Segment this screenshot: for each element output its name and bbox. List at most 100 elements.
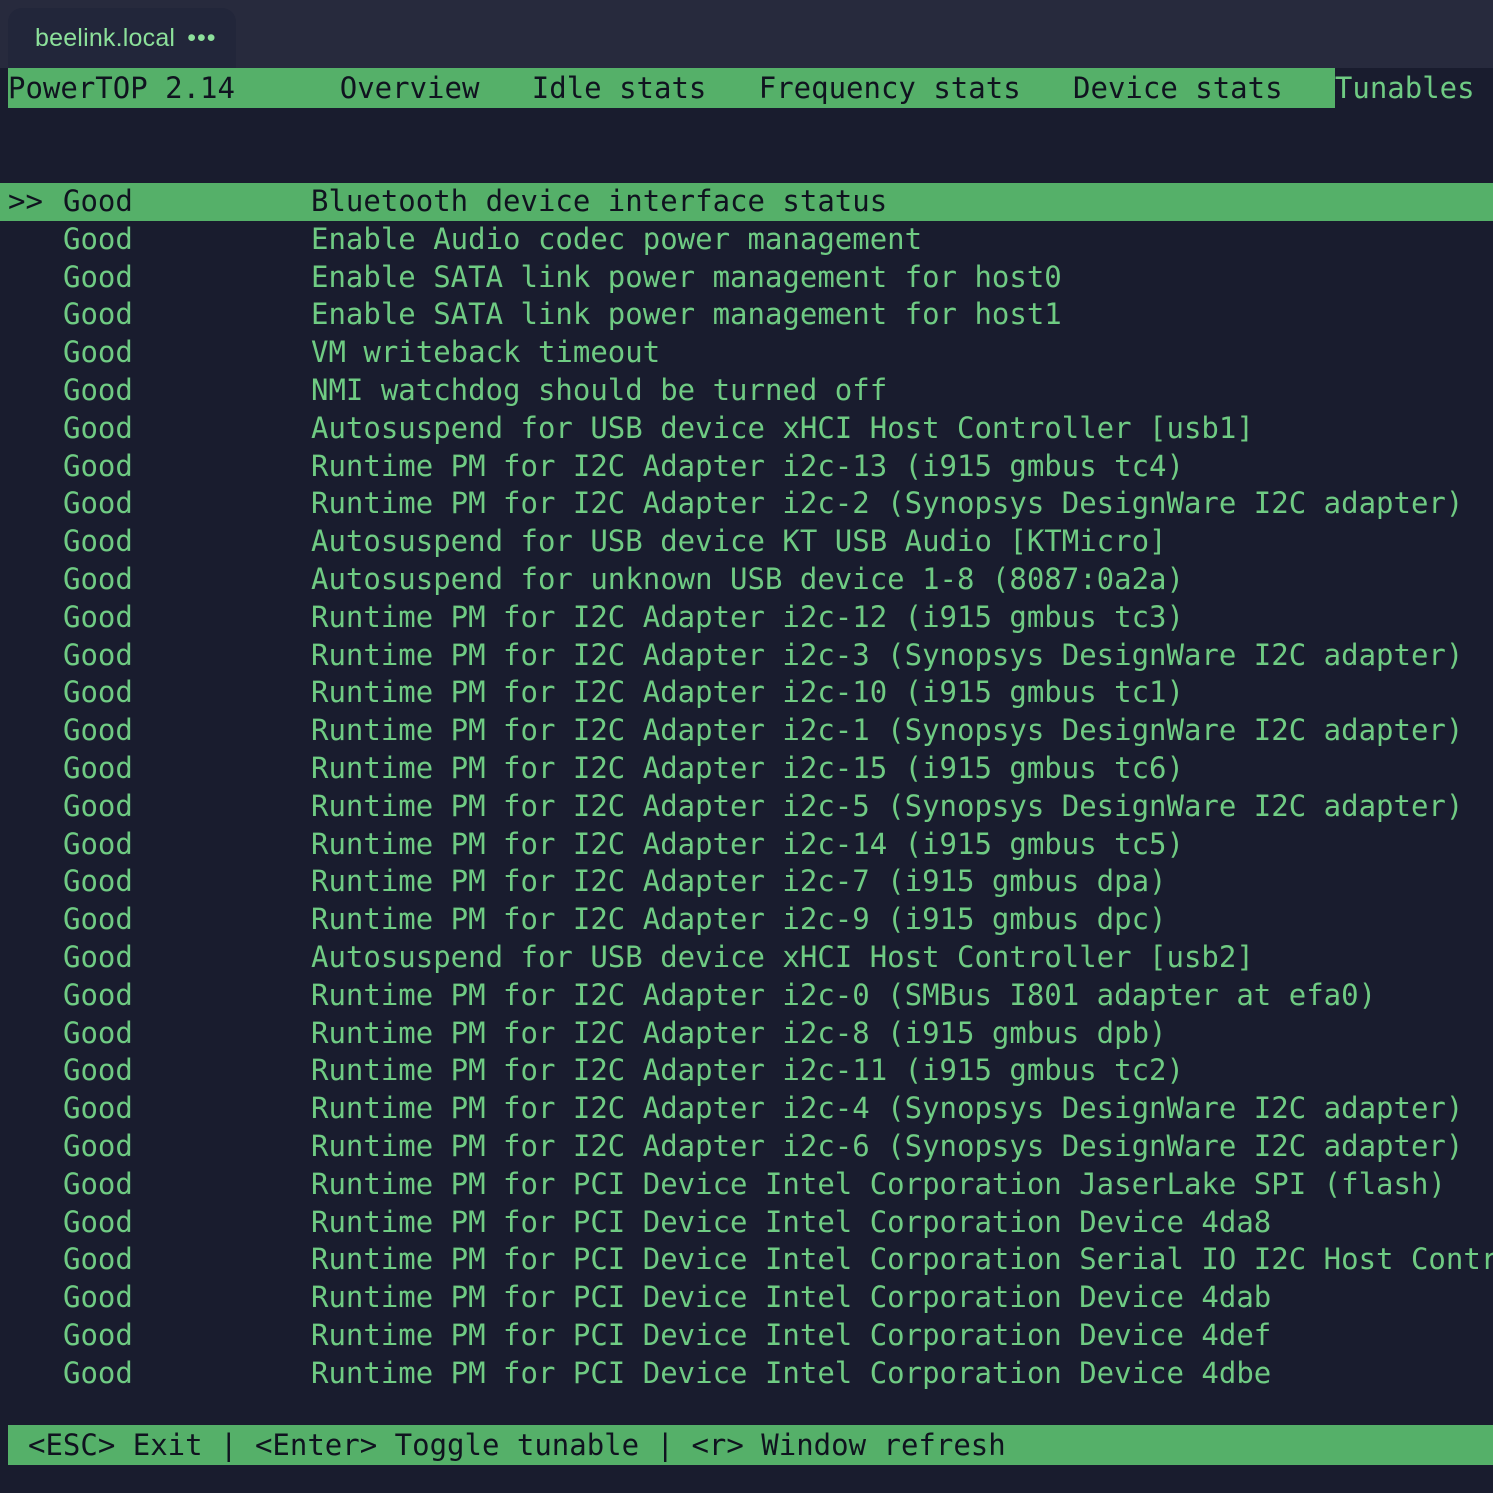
- selection-marker: >>: [8, 184, 43, 218]
- row-description: Runtime PM for I2C Adapter i2c-12 (i915 …: [311, 599, 1184, 634]
- table-row[interactable]: Good Autosuspend for unknown USB device 1…: [0, 561, 1493, 599]
- row-status: Good: [63, 1280, 133, 1315]
- table-row[interactable]: Good Runtime PM for I2C Adapter i2c-1 (Sy…: [0, 712, 1493, 750]
- row-description: Enable SATA link power management for ho…: [311, 297, 1062, 332]
- table-row[interactable]: Good Autosuspend for USB device xHCI Host…: [0, 410, 1493, 448]
- row-status: Good: [63, 335, 133, 370]
- row-status: Good: [63, 902, 133, 937]
- row-status: Good: [63, 1053, 133, 1088]
- row-description: Autosuspend for USB device xHCI Host Con…: [311, 939, 1254, 974]
- row-status: Good: [63, 939, 133, 974]
- row-status: Good: [63, 561, 133, 596]
- row-description: Runtime PM for I2C Adapter i2c-3 (Synops…: [311, 637, 1464, 672]
- row-status: Good: [63, 750, 133, 785]
- row-description: Autosuspend for USB device KT USB Audio …: [311, 524, 1167, 559]
- row-status: Good: [63, 1355, 133, 1390]
- row-status: Good: [63, 1128, 133, 1163]
- row-status: Good: [63, 864, 133, 899]
- tab-tunables[interactable]: Tunables: [1317, 71, 1492, 105]
- row-description: Runtime PM for I2C Adapter i2c-5 (Synops…: [311, 788, 1464, 823]
- row-status: Good: [63, 788, 133, 823]
- status-bar: <ESC> Exit | <Enter> Toggle tunable | <r…: [8, 1425, 1493, 1465]
- row-description: Runtime PM for I2C Adapter i2c-14 (i915 …: [311, 826, 1184, 861]
- table-row[interactable]: Good Runtime PM for I2C Adapter i2c-9 (i9…: [0, 901, 1493, 939]
- host-tab-label: beelink.local: [35, 23, 176, 52]
- row-description: Enable Audio codec power management: [311, 221, 923, 256]
- row-status: Good: [63, 637, 133, 672]
- table-row[interactable]: Good Enable Audio codec power management: [0, 221, 1493, 259]
- row-description: Runtime PM for I2C Adapter i2c-11 (i915 …: [311, 1053, 1184, 1088]
- table-row[interactable]: Good Runtime PM for I2C Adapter i2c-4 (Sy…: [0, 1090, 1493, 1128]
- table-row[interactable]: Good Runtime PM for I2C Adapter i2c-3 (Sy…: [0, 637, 1493, 675]
- table-row[interactable]: Good Runtime PM for PCI Device Intel Corp…: [0, 1355, 1493, 1393]
- row-description: Runtime PM for I2C Adapter i2c-15 (i915 …: [311, 750, 1184, 785]
- row-status: Good: [63, 1204, 133, 1239]
- row-description: Runtime PM for PCI Device Intel Corporat…: [311, 1355, 1272, 1390]
- row-description: Runtime PM for I2C Adapter i2c-4 (Synops…: [311, 1091, 1464, 1126]
- row-description: VM writeback timeout: [311, 335, 661, 370]
- table-row[interactable]: Good Runtime PM for I2C Adapter i2c-10 (i…: [0, 674, 1493, 712]
- row-status: Good: [63, 448, 133, 483]
- row-status: Good: [63, 486, 133, 521]
- row-description: Autosuspend for unknown USB device 1-8 (…: [311, 561, 1184, 596]
- row-description: Runtime PM for PCI Device Intel Corporat…: [311, 1166, 1446, 1201]
- tabbar-text: PowerTOP 2.14 Overview Idle stats Freque…: [8, 68, 1492, 108]
- table-row[interactable]: Good Runtime PM for I2C Adapter i2c-5 (Sy…: [0, 788, 1493, 826]
- row-description: Runtime PM for I2C Adapter i2c-6 (Synops…: [311, 1128, 1464, 1163]
- row-description: Runtime PM for I2C Adapter i2c-10 (i915 …: [311, 675, 1184, 710]
- table-row[interactable]: Good Runtime PM for PCI Device Intel Corp…: [0, 1204, 1493, 1242]
- table-row[interactable]: Good Runtime PM for I2C Adapter i2c-8 (i9…: [0, 1015, 1493, 1053]
- table-row[interactable]: Good Enable SATA link power management fo…: [0, 296, 1493, 334]
- row-status: Good: [63, 675, 133, 710]
- table-row[interactable]: >> Good Bluetooth device interface status: [0, 183, 1493, 221]
- row-status: Good: [63, 1015, 133, 1050]
- row-status: Good: [63, 599, 133, 634]
- powertop-tabbar: PowerTOP 2.14 Overview Idle stats Freque…: [0, 68, 1493, 108]
- row-description: Runtime PM for I2C Adapter i2c-1 (Synops…: [311, 713, 1464, 748]
- row-description: Runtime PM for I2C Adapter i2c-0 (SMBus …: [311, 977, 1377, 1012]
- row-status: Good: [63, 184, 133, 218]
- row-status: Good: [63, 524, 133, 559]
- row-description: Runtime PM for I2C Adapter i2c-8 (i915 g…: [311, 1015, 1167, 1050]
- row-status: Good: [63, 713, 133, 748]
- row-description: Autosuspend for USB device xHCI Host Con…: [311, 410, 1254, 445]
- table-row[interactable]: Good Runtime PM for I2C Adapter i2c-11 (i…: [0, 1052, 1493, 1090]
- row-status: Good: [63, 221, 133, 256]
- table-row[interactable]: Good Runtime PM for I2C Adapter i2c-0 (SM…: [0, 977, 1493, 1015]
- row-description: Runtime PM for PCI Device Intel Corporat…: [311, 1204, 1272, 1239]
- table-row[interactable]: Good Runtime PM for I2C Adapter i2c-12 (i…: [0, 599, 1493, 637]
- ellipsis-icon[interactable]: •••: [187, 26, 216, 51]
- row-description: NMI watchdog should be turned off: [311, 372, 888, 407]
- row-status: Good: [63, 410, 133, 445]
- row-description: Runtime PM for I2C Adapter i2c-13 (i915 …: [311, 448, 1184, 483]
- table-row[interactable]: Good Runtime PM for I2C Adapter i2c-2 (Sy…: [0, 485, 1493, 523]
- table-row[interactable]: Good Runtime PM for PCI Device Intel Corp…: [0, 1317, 1493, 1355]
- table-row[interactable]: Good Runtime PM for I2C Adapter i2c-15 (i…: [0, 750, 1493, 788]
- table-row[interactable]: Good Runtime PM for I2C Adapter i2c-7 (i9…: [0, 863, 1493, 901]
- row-status: Good: [63, 259, 133, 294]
- row-description: Runtime PM for I2C Adapter i2c-9 (i915 g…: [311, 902, 1167, 937]
- row-description: Bluetooth device interface status: [311, 184, 888, 218]
- table-row[interactable]: Good Runtime PM for I2C Adapter i2c-13 (i…: [0, 448, 1493, 486]
- row-description: Runtime PM for PCI Device Intel Corporat…: [311, 1280, 1272, 1315]
- table-row[interactable]: Good Enable SATA link power management fo…: [0, 259, 1493, 297]
- tunables-list[interactable]: >> Good Bluetooth device interface status G…: [0, 183, 1493, 1408]
- table-row[interactable]: Good Runtime PM for PCI Device Intel Corp…: [0, 1166, 1493, 1204]
- table-row[interactable]: Good Runtime PM for PCI Device Intel Corp…: [0, 1241, 1493, 1279]
- row-description: Enable SATA link power management for ho…: [311, 259, 1062, 294]
- host-tab[interactable]: beelink.local •••: [8, 8, 236, 68]
- row-status: Good: [63, 1317, 133, 1352]
- row-status: Good: [63, 297, 133, 332]
- table-row[interactable]: Good Runtime PM for I2C Adapter i2c-6 (Sy…: [0, 1128, 1493, 1166]
- table-row[interactable]: Good VM writeback timeout: [0, 334, 1493, 372]
- row-status: Good: [63, 372, 133, 407]
- tabbar-inactive-text[interactable]: PowerTOP 2.14 Overview Idle stats Freque…: [8, 71, 1317, 105]
- table-row[interactable]: Good Autosuspend for USB device KT USB Au…: [0, 523, 1493, 561]
- table-row[interactable]: Good Runtime PM for PCI Device Intel Corp…: [0, 1279, 1493, 1317]
- row-description: Runtime PM for PCI Device Intel Corporat…: [311, 1317, 1272, 1352]
- table-row[interactable]: Good Runtime PM for I2C Adapter i2c-14 (i…: [0, 826, 1493, 864]
- table-row[interactable]: Good NMI watchdog should be turned off: [0, 372, 1493, 410]
- table-row[interactable]: Good Autosuspend for USB device xHCI Host…: [0, 939, 1493, 977]
- row-status: Good: [63, 1242, 133, 1277]
- row-description: Runtime PM for PCI Device Intel Corporat…: [311, 1242, 1493, 1277]
